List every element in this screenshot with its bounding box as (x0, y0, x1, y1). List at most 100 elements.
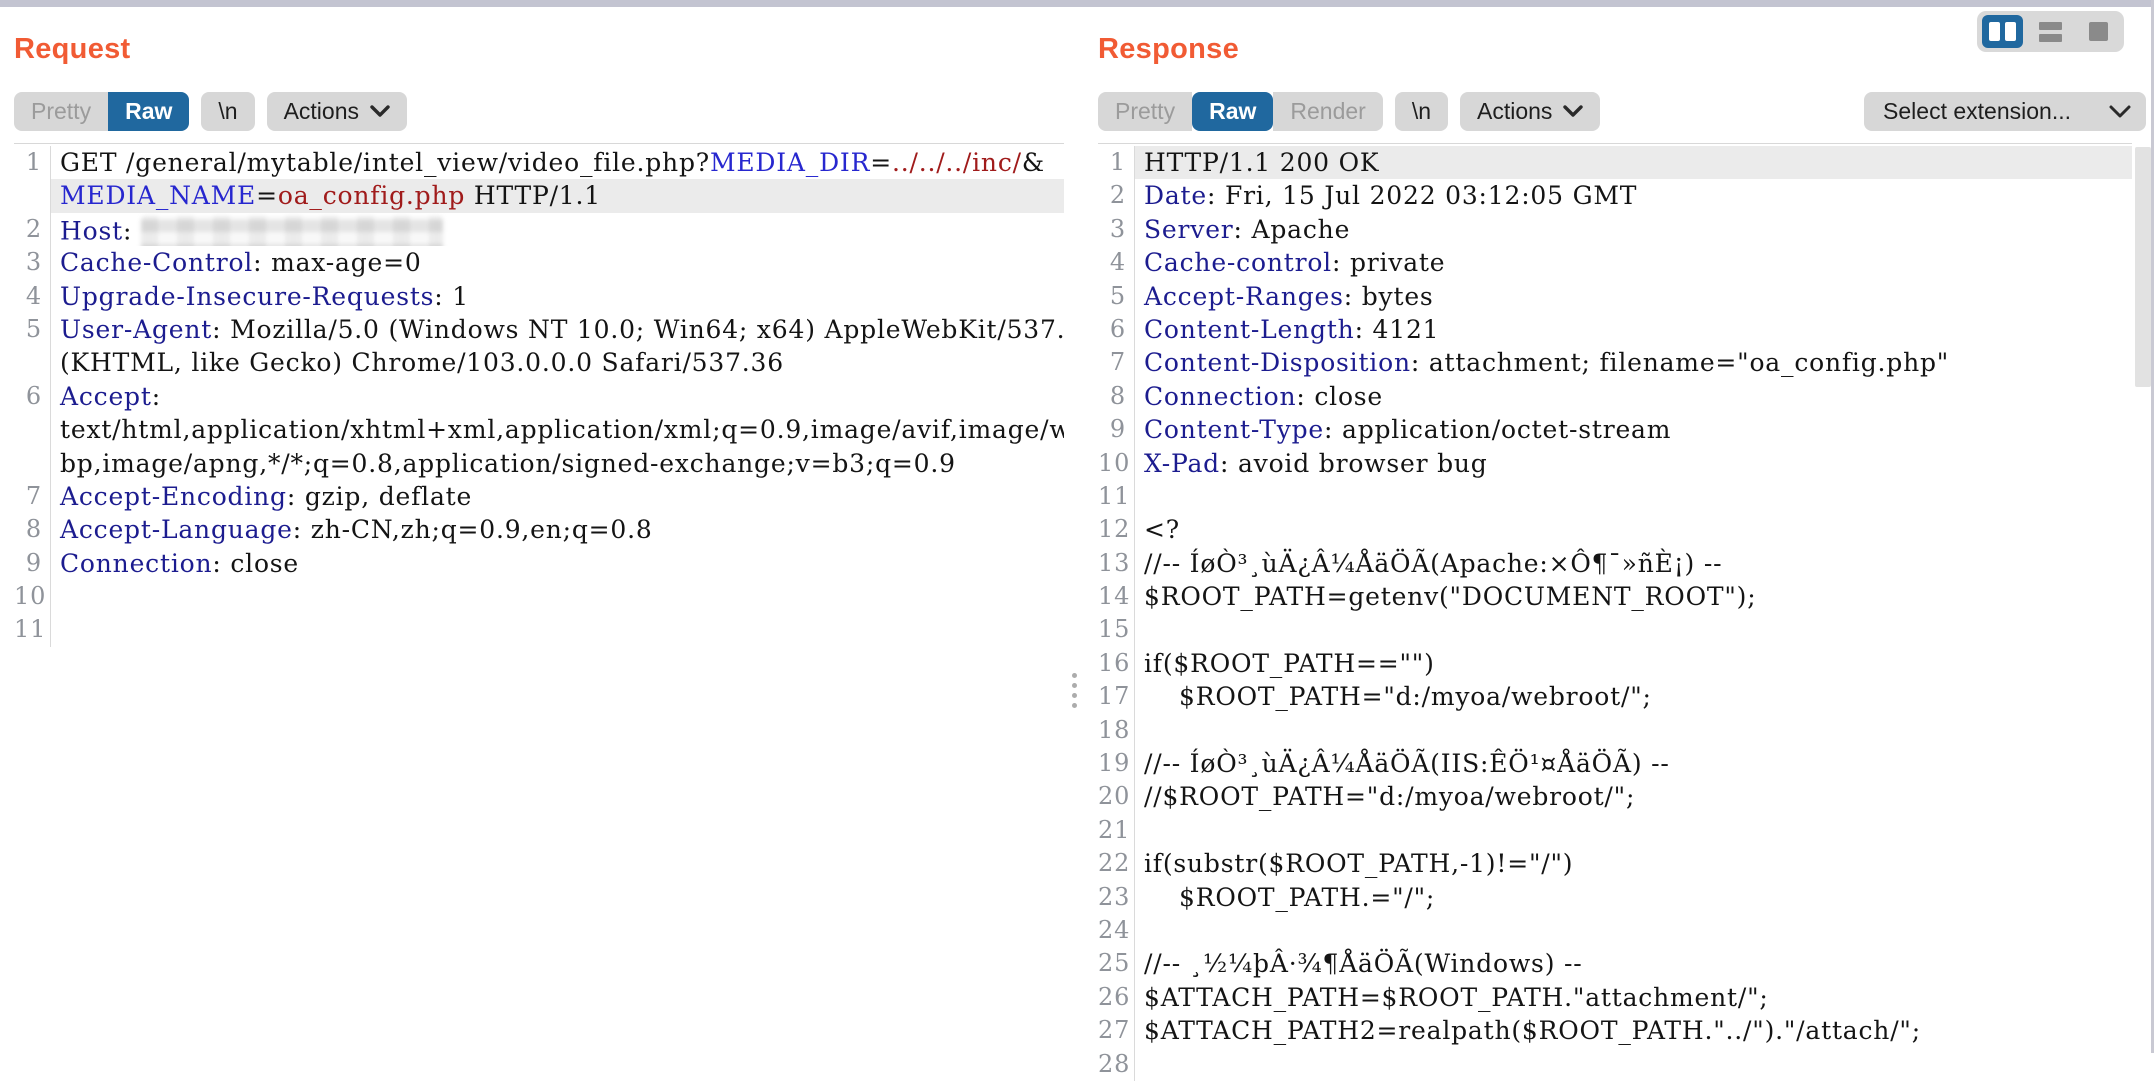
line-text: //-- ÍøÒ³¸ùÄ¿Â¼ÅäÖÃ(IIS:ÊÖ¹¤ÅäÖÃ) -- (1135, 747, 2132, 780)
editor-line[interactable]: 16if($ROOT_PATH=="") (1098, 647, 2132, 680)
drag-handle-icon[interactable] (1072, 673, 1077, 708)
rows-layout-button[interactable] (2030, 15, 2071, 48)
editor-line[interactable]: 22if(substr($ROOT_PATH,-1)!="/") (1098, 847, 2132, 880)
editor-line[interactable]: 25//-- ¸½¼þÂ·¾¶ÅäÖÃ(Windows) -- (1098, 947, 2132, 980)
editor-line[interactable]: 9Connection: close (14, 547, 1064, 580)
editor-line[interactable]: 24 (1098, 914, 2132, 947)
response-scrollbar-thumb[interactable] (2135, 147, 2151, 387)
line-number: 5 (1098, 280, 1135, 313)
editor-line[interactable]: 13//-- ÍøÒ³¸ùÄ¿Â¼ÅäÖÃ(Apache:×Ô¶¯»ñÈ¡) -… (1098, 547, 2132, 580)
line-text: $ROOT_PATH=getenv("DOCUMENT_ROOT"); (1135, 580, 2132, 613)
line-text: X-Pad: avoid browser bug (1135, 447, 2132, 480)
line-number: 7 (1098, 346, 1135, 379)
line-text: Cache-Control: max-age=0 (51, 246, 1064, 279)
editor-line[interactable]: 14$ROOT_PATH=getenv("DOCUMENT_ROOT"); (1098, 580, 2132, 613)
editor-line[interactable]: 23 $ROOT_PATH.="/"; (1098, 881, 2132, 914)
columns-layout-button[interactable] (1982, 15, 2023, 48)
editor-line[interactable]: 2Host: (14, 213, 1064, 246)
editor-line[interactable]: 2Date: Fri, 15 Jul 2022 03:12:05 GMT (1098, 179, 2132, 212)
tab-newline[interactable]: \n (201, 92, 254, 131)
request-panel: Request Pretty Raw \n Actions 1GET /gene… (0, 7, 1064, 1053)
request-editor[interactable]: 1GET /general/mytable/intel_view/video_f… (14, 143, 1064, 647)
editor-line[interactable]: 4Upgrade-Insecure-Requests: 1 (14, 280, 1064, 313)
message-editor-split-view: Request Pretty Raw \n Actions 1GET /gene… (0, 7, 2154, 1053)
editor-line[interactable]: 15 (1098, 613, 2132, 646)
chevron-down-icon (2109, 105, 2131, 119)
single-layout-button[interactable] (2078, 15, 2119, 48)
editor-line[interactable]: 10X-Pad: avoid browser bug (1098, 447, 2132, 480)
line-text: GET /general/mytable/intel_view/video_fi… (51, 146, 1064, 179)
line-number: 3 (14, 246, 51, 279)
editor-line[interactable]: 3Cache-Control: max-age=0 (14, 246, 1064, 279)
line-number: 2 (1098, 179, 1135, 212)
line-number: 15 (1098, 613, 1135, 646)
line-text: if($ROOT_PATH=="") (1135, 647, 2132, 680)
editor-line[interactable]: 5User-Agent: Mozilla/5.0 (Windows NT 10.… (14, 313, 1064, 346)
editor-line[interactable]: 5Accept-Ranges: bytes (1098, 280, 2132, 313)
actions-button[interactable]: Actions (1460, 92, 1600, 131)
actions-button[interactable]: Actions (267, 92, 407, 131)
editor-line[interactable]: 27$ATTACH_PATH2=realpath($ROOT_PATH."../… (1098, 1014, 2132, 1047)
line-number: 11 (14, 613, 51, 646)
editor-line[interactable]: 4Cache-control: private (1098, 246, 2132, 279)
line-text: Cache-control: private (1135, 246, 2132, 279)
editor-line[interactable]: 9Content-Type: application/octet-stream (1098, 413, 2132, 446)
editor-line[interactable]: 11 (14, 613, 1064, 646)
editor-line[interactable]: (KHTML, like Gecko) Chrome/103.0.0.0 Saf… (14, 346, 1064, 379)
tab-pretty[interactable]: Pretty (1098, 92, 1192, 131)
line-number: 1 (1098, 146, 1135, 179)
editor-line[interactable]: 19//-- ÍøÒ³¸ùÄ¿Â¼ÅäÖÃ(IIS:ÊÖ¹¤ÅäÖÃ) -- (1098, 747, 2132, 780)
editor-line[interactable]: 8Accept-Language: zh-CN,zh;q=0.9,en;q=0.… (14, 513, 1064, 546)
line-number: 4 (14, 280, 51, 313)
line-text: Connection: close (51, 547, 1064, 580)
line-text: (KHTML, like Gecko) Chrome/103.0.0.0 Saf… (51, 346, 1064, 379)
editor-line[interactable]: 18 (1098, 714, 2132, 747)
line-number: 18 (1098, 714, 1135, 747)
line-number: 14 (1098, 580, 1135, 613)
line-number: 9 (14, 547, 51, 580)
chevron-down-icon (1563, 105, 1583, 118)
editor-line[interactable]: 7Accept-Encoding: gzip, deflate (14, 480, 1064, 513)
line-text: $ATTACH_PATH=$ROOT_PATH."attachment/"; (1135, 981, 2132, 1014)
line-number: 13 (1098, 547, 1135, 580)
line-number (14, 413, 51, 446)
columns-layout-icon (1989, 22, 2000, 41)
editor-line[interactable]: 7Content-Disposition: attachment; filena… (1098, 346, 2132, 379)
editor-line[interactable]: 3Server: Apache (1098, 213, 2132, 246)
editor-line[interactable]: 1HTTP/1.1 200 OK (1098, 146, 2132, 179)
editor-line[interactable]: 21 (1098, 814, 2132, 847)
editor-line[interactable]: 6Accept: (14, 380, 1064, 413)
editor-line[interactable]: 26$ATTACH_PATH=$ROOT_PATH."attachment/"; (1098, 981, 2132, 1014)
editor-line[interactable]: 10 (14, 580, 1064, 613)
editor-line[interactable]: 17 $ROOT_PATH="d:/myoa/webroot/"; (1098, 680, 2132, 713)
line-text: //-- ¸½¼þÂ·¾¶ÅäÖÃ(Windows) -- (1135, 947, 2132, 980)
line-text: $ROOT_PATH="d:/myoa/webroot/"; (1135, 680, 2132, 713)
window-top-edge (0, 0, 2154, 7)
editor-line[interactable]: 6Content-Length: 4121 (1098, 313, 2132, 346)
editor-line[interactable]: 12<? (1098, 513, 2132, 546)
tab-raw[interactable]: Raw (108, 92, 189, 131)
pane-divider[interactable] (1064, 7, 1086, 1053)
tab-render[interactable]: Render (1273, 92, 1382, 131)
line-number: 6 (1098, 313, 1135, 346)
line-number: 2 (14, 213, 51, 246)
editor-line[interactable]: 1GET /general/mytable/intel_view/video_f… (14, 146, 1064, 179)
line-text (51, 580, 1064, 613)
line-text: Date: Fri, 15 Jul 2022 03:12:05 GMT (1135, 179, 2132, 212)
editor-line[interactable]: MEDIA_NAME=oa_config.php HTTP/1.1 (14, 179, 1064, 212)
editor-line[interactable]: 8Connection: close (1098, 380, 2132, 413)
response-editor[interactable]: 1HTTP/1.1 200 OK2Date: Fri, 15 Jul 2022 … (1098, 143, 2132, 1081)
chevron-down-icon (370, 105, 390, 118)
request-tabbar: Pretty Raw \n Actions (14, 92, 1064, 131)
editor-line[interactable]: 20//$ROOT_PATH="d:/myoa/webroot/"; (1098, 780, 2132, 813)
editor-line[interactable]: 11 (1098, 480, 2132, 513)
select-extension-dropdown[interactable]: Select extension... (1864, 92, 2146, 131)
tab-pretty[interactable]: Pretty (14, 92, 108, 131)
editor-line[interactable]: text/html,application/xhtml+xml,applicat… (14, 413, 1064, 446)
tab-raw[interactable]: Raw (1192, 92, 1273, 131)
editor-line[interactable]: bp,image/apng,*/*;q=0.8,application/sign… (14, 447, 1064, 480)
tab-newline[interactable]: \n (1395, 92, 1448, 131)
line-text: if(substr($ROOT_PATH,-1)!="/") (1135, 847, 2132, 880)
line-number: 1 (14, 146, 51, 179)
line-number: 16 (1098, 647, 1135, 680)
